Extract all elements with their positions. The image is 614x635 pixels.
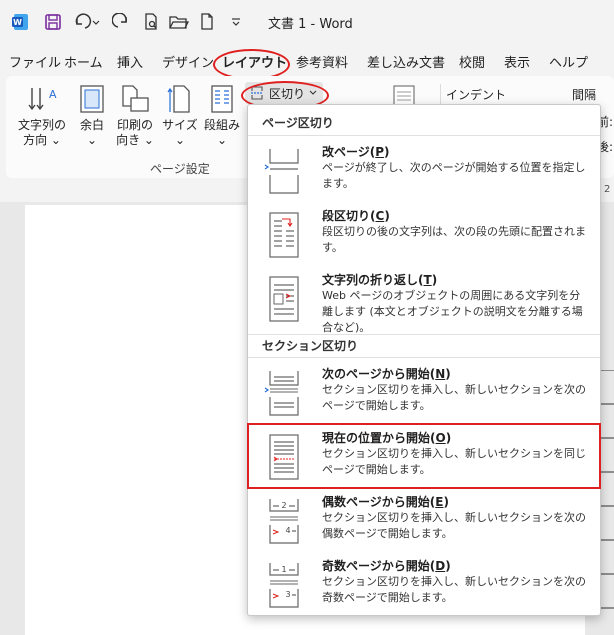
columns-label: 段組み ⌄ <box>203 118 240 147</box>
menu-item-description: Web ページのオブジェクトの周囲にある文字列を分離します (本文とオブジェクト… <box>322 289 583 334</box>
menu-item-title: 文字列の折り返し(T) <box>322 273 438 287</box>
menu-item-title: 次のページから開始(N) <box>322 367 451 381</box>
odd-icon-number-2: 3 <box>285 590 290 599</box>
tab-references[interactable]: 参考資料 <box>296 52 348 71</box>
text-wrapping-icon <box>269 276 299 322</box>
orientation-label: 印刷の 向き ⌄ <box>116 118 154 147</box>
svg-text:A: A <box>49 88 57 101</box>
margins-icon <box>80 85 104 113</box>
menu-item-description: セクション区切りを挿入し、新しいセクションを次の偶数ページで開始します。 <box>322 511 586 540</box>
breaks-dropdown-menu: ページ区切り 改ページ(P) ページが終了し、次のページが開始する位置を指定しま… <box>247 104 601 616</box>
menu-item-section-next-page[interactable]: 次のページから開始(N) セクション区切りを挿入し、新しいセクションを次のページ… <box>248 365 600 423</box>
section-breaks-header: セクション区切り <box>262 339 359 353</box>
word-icon: W <box>10 11 32 33</box>
ruler-mark: 2 <box>604 184 611 195</box>
orientation-button[interactable]: 印刷の 向き ⌄ <box>112 84 158 148</box>
tab-home[interactable]: ホーム <box>64 52 103 71</box>
new-document-icon[interactable] <box>196 11 218 33</box>
even-icon-number-1: 2 <box>281 501 286 510</box>
menu-item-column-break[interactable]: 段区切り(C) 段区切りの後の文字列は、次の段の先頭に配置されます。 <box>248 207 600 265</box>
save-icon[interactable] <box>42 11 64 33</box>
section-even-page-icon: 2 4 <box>269 499 299 544</box>
menu-item-title: 偶数ページから開始(E) <box>322 495 449 509</box>
page-setup-group-label: ページ設定 <box>150 162 210 176</box>
spacing-label: 間隔 <box>572 88 597 102</box>
menu-divider <box>248 357 600 358</box>
open-folder-icon[interactable] <box>168 11 190 33</box>
tab-insert[interactable]: 挿入 <box>117 52 143 71</box>
tab-review[interactable]: 校閲 <box>459 52 485 71</box>
menu-item-description: セクション区切りを挿入し、新しいセクションを次の奇数ページで開始します。 <box>322 575 586 604</box>
menu-item-title: 段区切り(C) <box>322 209 390 223</box>
orientation-icon <box>122 85 149 112</box>
odd-icon-number-1: 1 <box>281 565 286 574</box>
text-direction-icon: A <box>28 88 57 111</box>
print-preview-icon[interactable] <box>140 11 162 33</box>
menu-item-description: セクション区切りを挿入し、新しいセクションを次のページで開始します。 <box>322 383 586 412</box>
menu-item-title: 奇数ページから開始(D) <box>322 559 451 573</box>
svg-text:W: W <box>13 18 22 27</box>
undo-icon[interactable] <box>72 11 102 33</box>
menu-item-section-even-page[interactable]: 2 4 偶数ページから開始(E) セクション区切りを挿入し、新しいセクションを次… <box>248 493 600 551</box>
customize-toolbar-icon[interactable] <box>226 11 246 33</box>
tab-design[interactable]: デザイン <box>162 52 214 71</box>
margins-button[interactable]: 余白 ⌄ <box>74 84 110 148</box>
document-title: 文書 1 - Word <box>268 17 353 32</box>
margins-label: 余白 ⌄ <box>79 118 104 147</box>
indent-label: インデント <box>446 88 507 102</box>
redo-icon[interactable] <box>110 11 132 33</box>
continuous-item-highlight <box>247 423 601 489</box>
menu-divider <box>248 334 600 335</box>
menu-item-text-wrapping[interactable]: 文字列の折り返し(T) Web ページのオブジェクトの周囲にある文字列を分離しま… <box>248 271 600 334</box>
size-button[interactable]: サイズ ⌄ <box>160 84 200 148</box>
tab-help[interactable]: ヘルプ <box>549 52 588 71</box>
tab-mailings[interactable]: 差し込み文書 <box>367 52 445 71</box>
tab-file[interactable]: ファイル <box>9 52 61 71</box>
menu-item-title: 改ページ(P) <box>322 145 390 159</box>
page-breaks-header: ページ区切り <box>262 116 334 130</box>
columns-icon <box>211 85 233 113</box>
ribbon-tabs: ファイル ホーム 挿入 デザイン レイアウト 参考資料 差し込み文書 校閲 表示… <box>0 48 614 76</box>
tab-view[interactable]: 表示 <box>504 52 530 71</box>
menu-item-description: 段区切りの後の文字列は、次の段の先頭に配置されます。 <box>322 225 586 254</box>
columns-button[interactable]: 段組み ⌄ <box>202 84 242 148</box>
menu-item-description: ページが終了し、次のページが開始する位置を指定します。 <box>322 161 586 190</box>
section-next-page-icon <box>264 371 299 416</box>
text-direction-button[interactable]: A 文字列の 方向 ⌄ <box>14 84 70 148</box>
size-label: サイズ ⌄ <box>162 118 198 147</box>
menu-item-page-break[interactable]: 改ページ(P) ページが終了し、次のページが開始する位置を指定します。 <box>248 143 600 201</box>
menu-divider <box>248 135 600 136</box>
text-direction-label: 文字列の 方向 ⌄ <box>17 118 66 147</box>
section-odd-page-icon: 1 3 <box>269 563 299 608</box>
column-break-icon <box>269 212 299 258</box>
size-icon <box>167 85 190 113</box>
menu-item-section-odd-page[interactable]: 1 3 奇数ページから開始(D) セクション区切りを挿入し、新しいセクションを次… <box>248 557 600 615</box>
page-break-icon <box>264 149 299 194</box>
even-icon-number-2: 4 <box>285 526 290 535</box>
